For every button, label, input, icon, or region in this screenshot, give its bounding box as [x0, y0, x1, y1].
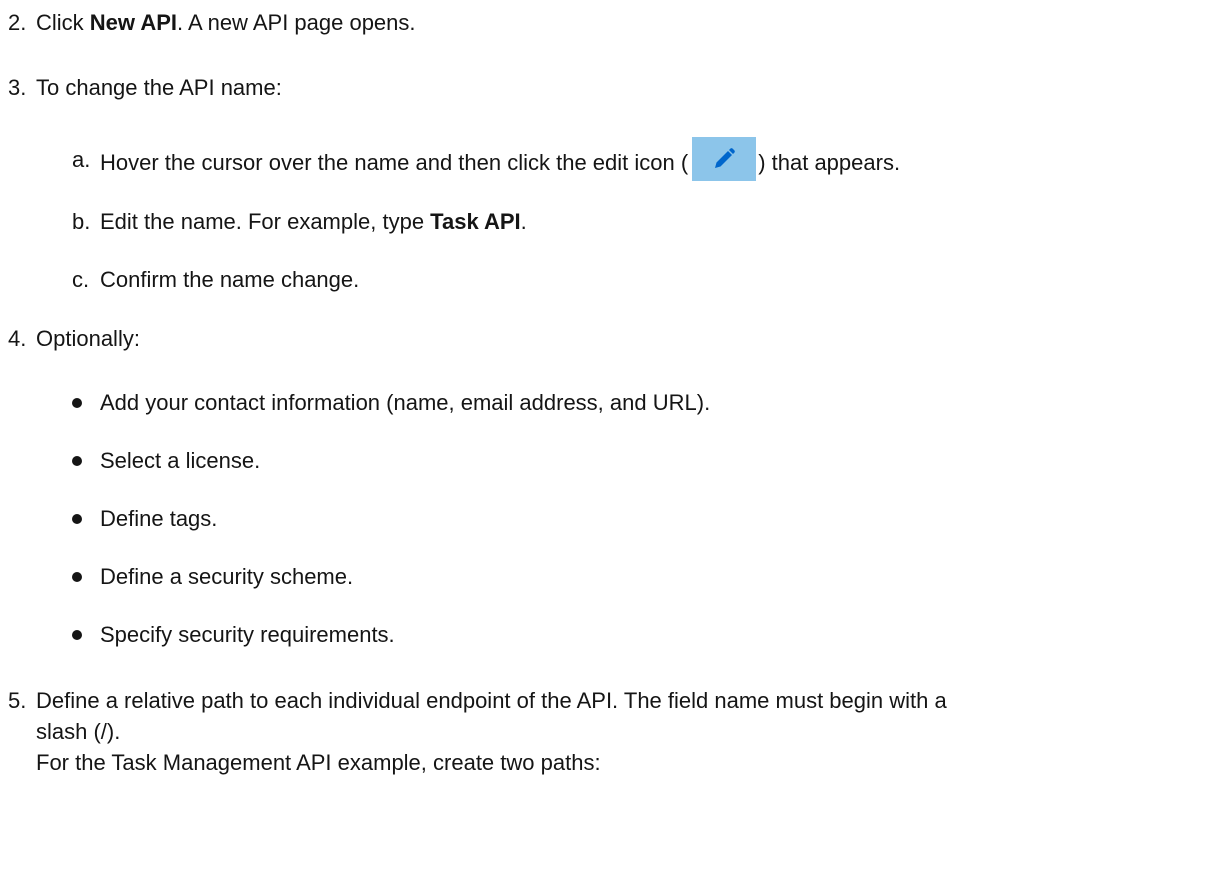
step-number: 3.: [8, 75, 27, 100]
step-number: 2.: [8, 10, 27, 35]
substep-text: Hover the cursor over the name and then …: [100, 137, 901, 181]
step-text-before: Click: [36, 10, 90, 35]
step-text-line-2: slash (/).: [36, 719, 121, 744]
document-page: 2. Click New API. A new API page opens. …: [0, 0, 1230, 880]
step-text: Optionally:: [36, 326, 140, 351]
bullet-item: Select a license.: [100, 448, 261, 473]
substep-letter: b.: [72, 209, 91, 234]
bullet-dot: [72, 398, 82, 408]
step-text-line-1: Define a relative path to each individua…: [36, 688, 947, 713]
new-api-label: New API: [89, 10, 177, 35]
substep-text: Confirm the name change.: [100, 267, 360, 292]
substep-letter: a.: [72, 147, 91, 172]
substep-text-before: Hover the cursor over the name and then …: [100, 149, 689, 175]
step-text: Click New API. A new API page opens.: [36, 10, 416, 36]
bullet-dot: [72, 514, 82, 524]
bullet-item: Define tags.: [100, 506, 218, 531]
step-text-after: . A new API page opens.: [177, 10, 416, 35]
substep-text: Edit the name. For example, type Task AP…: [100, 209, 527, 235]
substep-text-after: .: [520, 209, 527, 234]
step-text-line-3: For the Task Management API example, cre…: [36, 750, 601, 775]
pencil-edit-icon: [692, 137, 757, 181]
step-text: To change the API name:: [36, 75, 282, 100]
bullet-dot: [72, 630, 82, 640]
task-api-label: Task API: [430, 209, 521, 234]
bullet-dot: [72, 456, 82, 466]
substep-text-after: ) that appears.: [758, 149, 901, 175]
bullet-item: Define a security scheme.: [100, 564, 354, 589]
bullet-item: Specify security requirements.: [100, 622, 395, 647]
bullet-dot: [72, 572, 82, 582]
substep-text-before: Edit the name. For example, type: [100, 209, 431, 234]
pencil-icon: [715, 148, 736, 168]
step-number: 4.: [8, 326, 27, 351]
step-number: 5.: [8, 688, 27, 713]
bullet-item: Add your contact information (name, emai…: [100, 390, 711, 415]
substep-letter: c.: [72, 267, 90, 292]
